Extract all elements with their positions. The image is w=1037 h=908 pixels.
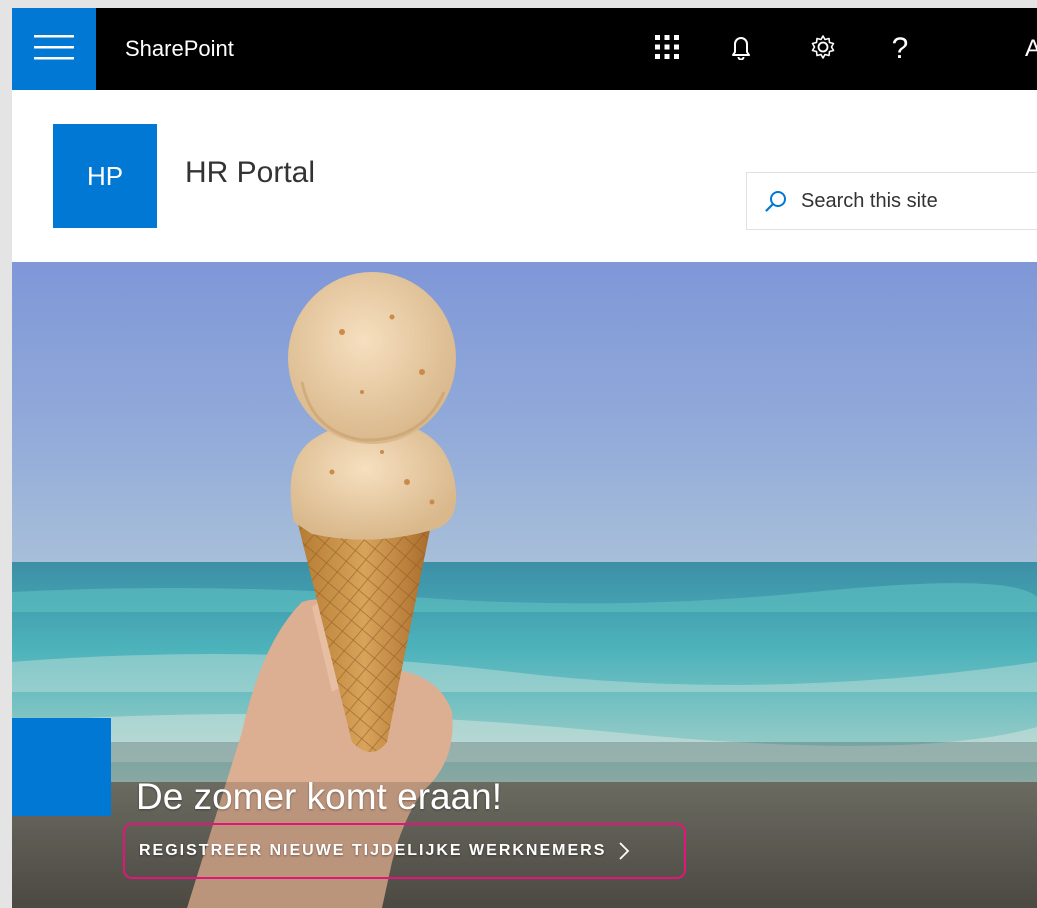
nav-menu-button[interactable] (12, 8, 96, 90)
chevron-right-icon (618, 841, 630, 861)
app-launcher-button[interactable] (647, 8, 687, 90)
search-box[interactable]: Search this site (746, 172, 1037, 230)
search-icon (765, 190, 787, 212)
hero-banner: De zomer komt eraan! REGISTREER NIEUWE T… (12, 262, 1037, 908)
bell-icon (732, 34, 750, 65)
site-logo[interactable]: HP (53, 124, 157, 228)
account-button[interactable]: A (1025, 8, 1037, 90)
hero-link-label: REGISTREER NIEUWE TIJDELIJKE WERKNEMERS (139, 842, 607, 859)
site-header: HP HR Portal Search this site (12, 90, 1037, 262)
suite-bar: SharePoint ? A (12, 8, 1037, 90)
help-icon: ? (891, 32, 909, 65)
brand-link[interactable]: SharePoint (125, 8, 234, 90)
settings-button[interactable] (803, 8, 843, 90)
hero-title[interactable]: De zomer komt eraan! (136, 776, 502, 818)
sharepoint-window: SharePoint ? A HP HR Portal Search this … (12, 8, 1037, 908)
gear-icon (810, 34, 836, 65)
search-input[interactable]: Search this site (801, 190, 938, 213)
notifications-button[interactable] (721, 8, 761, 90)
hero-call-to-action[interactable]: REGISTREER NIEUWE TIJDELIJKE WERKNEMERS (123, 823, 686, 879)
help-button[interactable]: ? (880, 8, 920, 90)
site-title[interactable]: HR Portal (185, 156, 315, 190)
site-logo-initials: HP (86, 160, 124, 191)
app-launcher-icon (655, 34, 679, 64)
hero-accent-block (12, 718, 111, 816)
hamburger-icon (34, 33, 74, 66)
